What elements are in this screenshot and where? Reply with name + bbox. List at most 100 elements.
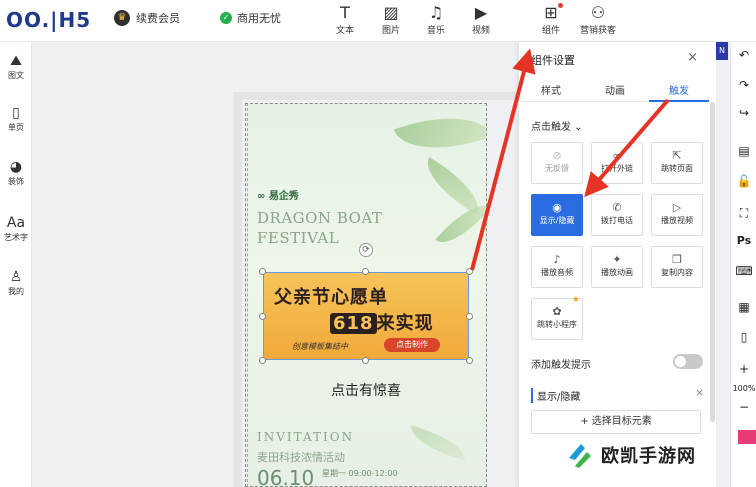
notification-dot [558,3,563,8]
sidebar-item-art-text[interactable]: Aa 艺术字 [0,214,32,243]
phone-preview-icon[interactable]: ▯ [731,330,756,344]
action-play-video[interactable]: ▷ 播放视频 [651,194,703,236]
select-target-button[interactable]: + 选择目标元素 [531,410,701,434]
eye-icon: ◉ [552,201,562,214]
link-icon: ∞ [612,149,622,162]
banner-headline: 父亲节心愿单 [274,287,388,308]
play-icon: ▷ [672,201,682,214]
tab-animation[interactable]: 动画 [585,82,645,97]
component-icon: ⊞ [544,3,558,22]
lock-icon[interactable]: 🔓 [731,174,756,188]
feedback-tab[interactable] [738,430,756,444]
banner-make-button[interactable]: 点击制作 [384,338,440,352]
close-icon[interactable]: × [687,50,698,65]
resize-handle-bottom-left[interactable] [259,357,266,364]
show-hide-section-title: 显示/隐藏 [531,388,580,403]
poster-brand[interactable]: ∞ 易企秀 [257,187,299,202]
poster-date[interactable]: 06.10 [257,466,314,487]
action-open-link[interactable]: ∞ 打开外链 [591,142,643,184]
poster-time[interactable]: 星期一 09:00-12:00 [322,468,398,479]
tab-trigger[interactable]: 触发 [649,82,709,97]
redo-icon[interactable]: ↷ [731,78,756,92]
resize-handle-top-left[interactable] [259,268,266,275]
keyboard-icon[interactable]: ⌨ [731,264,756,278]
action-show-hide[interactable]: ◉ 显示/隐藏 [531,194,583,236]
resize-handle-top-right[interactable] [466,268,473,275]
sidebar-item-graphic[interactable]: ⛰ 图文 [0,52,32,81]
users-icon: ⚇ [590,3,606,22]
toolbar-component-button[interactable]: ⊞ 组件 [533,3,569,36]
undo-icon[interactable]: ↶ [731,48,756,62]
poster-cta-text[interactable]: 点击有惊喜 [248,380,484,400]
rotate-handle-icon[interactable]: ⟳ [359,243,373,257]
sidebar-item-mine[interactable]: ♙ 我的 [0,268,32,297]
watermark-logo-icon [569,444,591,468]
bamboo-leaf-decoration [393,103,486,168]
poster-event-name[interactable]: 麦田科技浓情活动 [257,449,345,465]
collapse-tag[interactable]: N [716,42,728,60]
panel-tabs: 样式 动画 触发 [519,76,709,102]
action-mini-program[interactable]: ★ ✿ 跳转小程序 [531,295,583,340]
phone-icon: ✆ [612,201,622,214]
fullscreen-icon[interactable]: ⛶ [731,206,756,221]
grid-icon[interactable]: ▦ [731,300,756,314]
miniprogram-icon: ✿ [552,305,562,318]
selected-banner-element[interactable]: 父亲节心愿单 618 来实现 创意模板集结中 点击制作 [263,272,469,360]
commercial-license-label: 商用无忧 [237,12,281,25]
toolbar-marketing-button[interactable]: ⚇ 营销获客 [575,3,621,36]
commercial-license-badge[interactable]: ✓ 商用无忧 [220,10,281,26]
audio-icon: ♪ [553,253,561,266]
music-icon: ♫ [428,3,444,22]
zoom-level: 100% [732,384,756,393]
poster-invitation[interactable]: INVITATION [257,430,354,444]
panel-scrollbar[interactable] [710,102,715,422]
resize-handle-bottom-right[interactable] [466,357,473,364]
top-bar: OO.|H5 ♛ 续费会员 ✓ 商用无忧 T 文本 ▨ 图片 ♫ 音乐 ▶ 视频… [0,0,756,42]
resize-handle-bottom[interactable] [362,357,369,364]
toolbar-image-button[interactable]: ▨ 图片 [373,3,409,36]
action-call-phone[interactable]: ✆ 拨打电话 [591,194,643,236]
right-toolbar: ↶ ↷ ↪ ▤ 🔓 ⛶ Ps ⌨ ▦ ▯ + 100% − [730,42,756,487]
action-play-audio[interactable]: ♪ 播放音频 [531,246,583,288]
zoom-in-icon[interactable]: + [731,362,756,376]
click-trigger-dropdown[interactable]: 点击触发 ⌄ [531,118,583,133]
poster-title[interactable]: DRAGON BOAT FESTIVAL [257,208,382,248]
trigger-hint-toggle[interactable] [673,354,703,369]
resize-handle-top[interactable] [362,268,369,275]
font-icon: Aa [6,215,26,231]
horizontal-ruler [234,92,516,100]
photoshop-icon[interactable]: Ps [731,234,756,247]
action-copy-content[interactable]: ❐ 复制内容 [651,246,703,288]
toolbar-music-button[interactable]: ♫ 音乐 [418,3,454,36]
image-icon: ▨ [383,3,399,22]
toolbar-video-button[interactable]: ▶ 视频 [463,3,499,36]
action-no-feedback[interactable]: ⊘ 无反馈 [531,142,583,184]
resize-handle-left[interactable] [259,313,266,320]
copy-icon: ❐ [672,253,682,266]
tab-style[interactable]: 样式 [521,82,581,97]
banner-618-tag: 618 [330,313,377,334]
action-jump-page[interactable]: ⇱ 跳转页面 [651,142,703,184]
panel-title: 组件设置 [531,54,575,67]
layers-icon[interactable]: ▤ [731,144,756,158]
mountain-icon: ⛰ [10,53,22,69]
page-icon: ▯ [12,105,20,121]
action-play-animation[interactable]: ✦ 播放动画 [591,246,643,288]
section-close-icon[interactable]: × [695,386,704,399]
sidebar-item-page[interactable]: ▯ 单页 [0,104,32,133]
jump-icon: ⇱ [672,149,682,162]
toolbar-text-button[interactable]: T 文本 [327,3,363,36]
vip-star-icon: ★ [571,295,580,305]
banner-caption: 创意模板集结中 [292,342,348,351]
banner-subheadline: 618 来实现 [330,309,434,335]
component-settings-panel: 组件设置 × 样式 动画 触发 点击触发 ⌄ ⊘ 无反馈 ∞ 打开外链 ⇱ 跳转… [518,42,716,487]
app-logo[interactable]: OO.|H5 [6,8,91,32]
zoom-out-icon[interactable]: − [731,400,756,414]
watermark: 欧凯手游网 [565,440,696,470]
left-sidebar: ⛰ 图文 ▯ 单页 ◕ 装饰 Aa 艺术字 ♙ 我的 [0,42,32,487]
forward-icon[interactable]: ↪ [731,106,756,120]
sidebar-item-decoration[interactable]: ◕ 装饰 [0,158,32,187]
renew-member-button[interactable]: ♛ 续费会员 [114,10,180,26]
palette-icon: ◕ [9,159,23,175]
resize-handle-right[interactable] [466,313,473,320]
